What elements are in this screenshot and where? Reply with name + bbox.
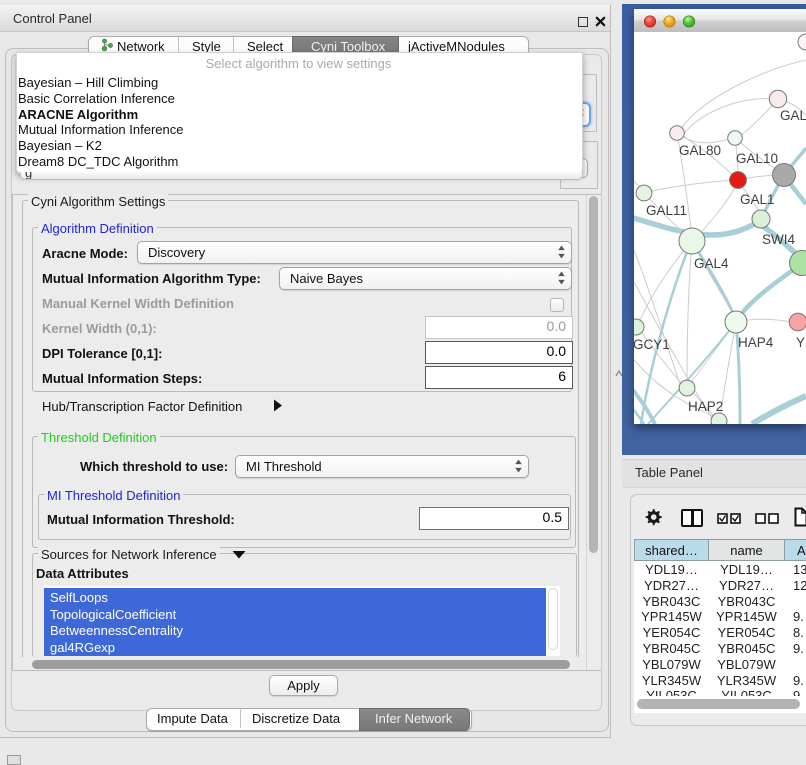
svg-text:GAL10: GAL10 — [736, 151, 778, 166]
svg-text:HAP2: HAP2 — [688, 399, 723, 414]
svg-text:GAL7: GAL7 — [780, 108, 806, 123]
svg-text:GAL4: GAL4 — [694, 256, 729, 271]
svg-text:GCY1: GCY1 — [634, 337, 670, 352]
svg-text:GAL11: GAL11 — [646, 203, 687, 218]
svg-text:HAP4: HAP4 — [738, 335, 774, 350]
svg-text:YD: YD — [796, 335, 806, 350]
svg-text:GAL1: GAL1 — [740, 192, 775, 207]
svg-text:GAL80: GAL80 — [679, 143, 721, 158]
svg-text:SWI4: SWI4 — [762, 232, 795, 247]
